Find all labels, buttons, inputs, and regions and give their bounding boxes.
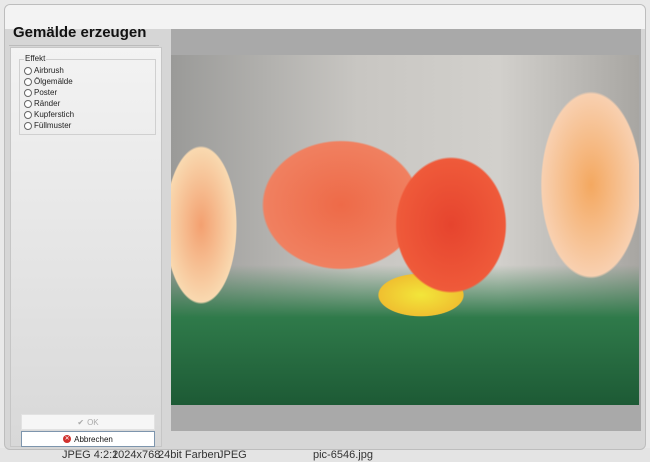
radio-poster[interactable]: Poster <box>24 88 57 97</box>
radio-icon[interactable] <box>24 88 32 97</box>
paint-effect-dialog: Gemälde erzeugen Effekt Airbrush Ölgemäl… <box>4 4 646 450</box>
status-filename: pic-6546.jpg <box>313 449 373 461</box>
status-bar: JPEG 4:2:2 1024x768 24bit Farben JPEG pi… <box>0 448 650 462</box>
status-type: JPEG <box>218 449 247 461</box>
radio-fuellmuster[interactable]: Füllmuster <box>24 121 71 130</box>
status-dimensions: 1024x768 <box>112 449 161 461</box>
checkmark-icon: ✔ <box>77 417 85 427</box>
preview-area <box>171 29 641 431</box>
radio-kupferstich[interactable]: Kupferstich <box>24 110 74 119</box>
radio-raender[interactable]: Ränder <box>24 99 60 108</box>
radio-airbrush[interactable]: Airbrush <box>24 66 64 75</box>
radio-icon[interactable] <box>24 121 32 130</box>
radio-icon[interactable] <box>24 66 32 75</box>
status-colors: 24bit Farben <box>158 449 220 461</box>
ok-button[interactable]: ✔ OK <box>21 414 155 430</box>
cancel-button[interactable]: ✕ Abbrechen <box>21 431 155 447</box>
radio-icon[interactable] <box>24 110 32 119</box>
effect-group-label: Effekt <box>24 54 47 63</box>
status-format: JPEG 4:2:2 <box>62 449 119 461</box>
effect-group: Effekt Airbrush Ölgemälde Poster Ränder … <box>19 54 156 135</box>
preview-image <box>171 55 639 405</box>
divider <box>9 45 159 46</box>
radio-icon[interactable] <box>24 99 32 108</box>
dialog-title: Gemälde erzeugen <box>13 24 147 41</box>
cancel-icon: ✕ <box>63 435 72 443</box>
radio-icon[interactable] <box>24 77 32 86</box>
radio-oelgemaelde[interactable]: Ölgemälde <box>24 77 73 86</box>
options-panel: Effekt Airbrush Ölgemälde Poster Ränder … <box>10 47 162 447</box>
